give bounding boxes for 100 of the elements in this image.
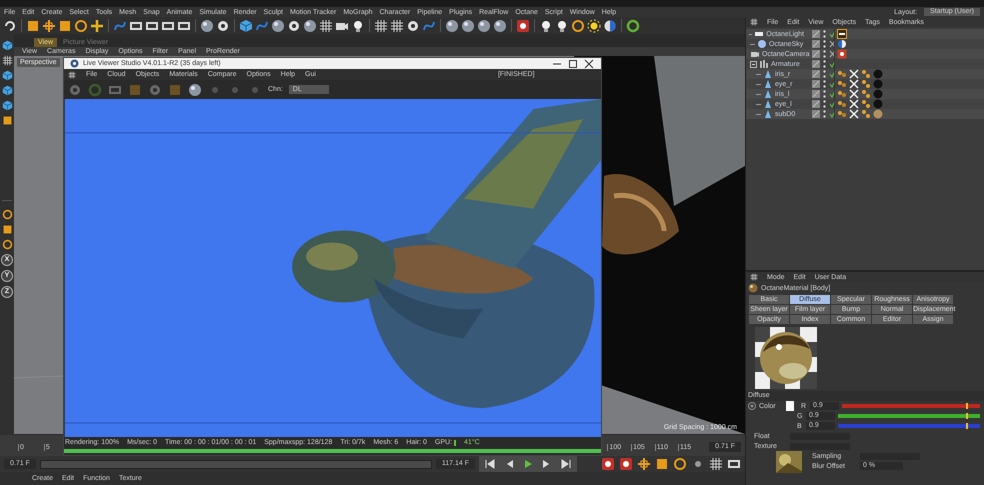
visibility-dots-icon[interactable] xyxy=(823,30,826,38)
weight-tag-icon[interactable] xyxy=(837,89,847,99)
cube-icon[interactable] xyxy=(2,40,12,51)
record-icon[interactable] xyxy=(601,457,615,471)
dots-tag-icon[interactable] xyxy=(861,79,871,89)
circle-icon[interactable] xyxy=(571,18,585,32)
circle-icon[interactable] xyxy=(74,18,88,32)
visibility-dots-icon[interactable] xyxy=(823,50,826,58)
sphere-icon[interactable] xyxy=(461,18,475,32)
light-icon xyxy=(754,29,764,39)
camera-icon xyxy=(750,49,760,59)
color-swatch[interactable] xyxy=(786,401,794,411)
visibility-dots-icon[interactable] xyxy=(823,70,826,78)
check-icon[interactable] xyxy=(829,80,836,88)
grid-icon[interactable] xyxy=(374,18,388,32)
grid-icon[interactable] xyxy=(750,18,758,26)
first-frame-icon[interactable] xyxy=(482,457,497,471)
square-icon[interactable] xyxy=(26,18,40,32)
cross-icon[interactable] xyxy=(829,50,836,58)
square-icon[interactable] xyxy=(2,224,12,235)
visibility-dots-icon[interactable] xyxy=(823,90,826,98)
bulb-icon[interactable] xyxy=(555,18,569,32)
cross-tag-icon[interactable] xyxy=(849,69,859,79)
check-icon[interactable] xyxy=(829,90,836,98)
cube-icon[interactable] xyxy=(239,18,253,32)
check-icon[interactable] xyxy=(829,110,836,118)
grid-icon[interactable] xyxy=(319,18,333,32)
square-icon[interactable] xyxy=(2,115,12,126)
visibility-dots-icon[interactable] xyxy=(823,80,826,88)
weight-tag-icon[interactable] xyxy=(837,69,847,79)
material-tag-icon[interactable] xyxy=(837,39,847,49)
bulb-icon[interactable] xyxy=(539,18,553,32)
sphere-icon[interactable] xyxy=(445,18,459,32)
sphere-icon xyxy=(757,39,767,49)
visibility-dots-icon[interactable] xyxy=(823,110,826,118)
slider-thumb[interactable] xyxy=(966,423,968,429)
circle-icon[interactable] xyxy=(2,239,12,250)
collapse-icon[interactable] xyxy=(750,60,757,68)
move-icon[interactable] xyxy=(42,18,56,32)
slider-thumb[interactable] xyxy=(966,403,968,409)
sphere-icon[interactable] xyxy=(271,18,285,32)
cube-icon[interactable] xyxy=(2,85,12,96)
sphere-icon[interactable] xyxy=(200,18,214,32)
sphere-icon[interactable] xyxy=(493,18,507,32)
grid-icon[interactable] xyxy=(2,55,12,66)
dots-tag-icon[interactable] xyxy=(861,69,871,79)
check-icon[interactable] xyxy=(829,100,836,108)
half-circle-icon[interactable] xyxy=(603,18,617,32)
grid-icon[interactable] xyxy=(709,457,723,471)
material-ball-icon xyxy=(748,283,758,293)
cross-tag-icon[interactable] xyxy=(849,79,859,89)
dots-tag-icon[interactable] xyxy=(861,99,871,109)
maximize-icon[interactable] xyxy=(567,58,579,68)
move-icon[interactable] xyxy=(637,457,651,471)
slider-track[interactable] xyxy=(838,424,980,428)
check-icon[interactable] xyxy=(829,30,836,38)
grid-icon[interactable] xyxy=(68,70,76,78)
cube-icon[interactable] xyxy=(2,70,12,81)
weight-tag-icon[interactable] xyxy=(837,99,847,109)
last-frame-icon[interactable] xyxy=(558,457,573,471)
cross-tag-icon[interactable] xyxy=(849,89,859,99)
visibility-dots-icon[interactable] xyxy=(823,40,826,48)
dots-tag-icon[interactable] xyxy=(861,89,871,99)
material-tag-icon[interactable] xyxy=(837,29,847,39)
input-field[interactable] xyxy=(790,442,850,450)
camera-tag-icon[interactable] xyxy=(837,49,847,59)
slider-thumb[interactable] xyxy=(966,413,968,419)
dots-tag-icon[interactable] xyxy=(861,109,871,119)
undo-icon[interactable] xyxy=(3,18,17,32)
visibility-dots-icon[interactable] xyxy=(823,100,826,108)
record-icon[interactable] xyxy=(619,457,633,471)
grid-icon[interactable] xyxy=(390,18,404,32)
plus-icon[interactable] xyxy=(90,18,104,32)
cross-icon[interactable] xyxy=(829,40,836,48)
sphere-icon[interactable] xyxy=(303,18,317,32)
cross-tag-icon[interactable] xyxy=(849,109,859,119)
sphere-icon[interactable] xyxy=(188,82,202,96)
weight-tag-icon[interactable] xyxy=(837,109,847,119)
check-icon[interactable] xyxy=(829,70,836,78)
cube-icon[interactable] xyxy=(2,100,12,111)
record-icon[interactable] xyxy=(516,18,530,32)
grid-icon[interactable] xyxy=(750,273,758,281)
check-icon[interactable] xyxy=(829,60,836,68)
cross-tag-icon[interactable] xyxy=(849,99,859,109)
slider-track[interactable] xyxy=(842,404,980,408)
square-icon[interactable] xyxy=(655,457,669,471)
bulb-icon[interactable] xyxy=(351,18,365,32)
app-logo-icon xyxy=(70,59,79,68)
visibility-dots-icon[interactable] xyxy=(823,60,826,68)
slider-track[interactable] xyxy=(838,414,980,418)
sphere-icon[interactable] xyxy=(477,18,491,32)
circle-icon[interactable] xyxy=(2,209,12,220)
timeline-scrollbar[interactable] xyxy=(40,460,432,468)
close-icon[interactable] xyxy=(583,58,595,68)
null-object-icon xyxy=(759,59,769,69)
radio-icon[interactable] xyxy=(748,402,756,410)
circle-icon[interactable] xyxy=(673,457,687,471)
weight-tag-icon[interactable] xyxy=(837,79,847,89)
sun-icon[interactable] xyxy=(587,18,601,32)
square-icon[interactable] xyxy=(58,18,72,32)
